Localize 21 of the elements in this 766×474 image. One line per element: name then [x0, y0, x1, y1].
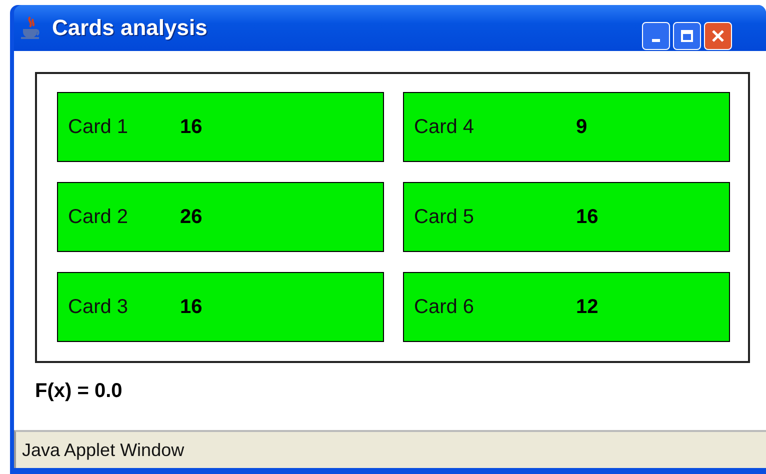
card-label: Card 3: [68, 296, 130, 318]
card-label: Card 6: [414, 296, 476, 318]
card-label: Card 5: [414, 206, 476, 228]
close-icon: [711, 29, 725, 43]
card-value: 16: [576, 206, 598, 228]
minimize-button[interactable]: [642, 22, 670, 50]
close-button[interactable]: [704, 22, 732, 50]
card-value: 16: [180, 296, 202, 318]
card-value: 12: [576, 296, 598, 318]
card-label: Card 2: [68, 206, 130, 228]
window-title: Cards analysis: [52, 15, 208, 41]
minimize-icon: [652, 38, 660, 42]
card-label: Card 1: [68, 116, 130, 138]
status-bar: Java Applet Window: [14, 430, 766, 468]
maximize-button[interactable]: [673, 22, 701, 50]
result-text: F(x) = 0.0: [35, 380, 122, 403]
card-value: 16: [180, 116, 202, 138]
card-value: 26: [180, 206, 202, 228]
card-label: Card 4: [414, 116, 476, 138]
card-value: 9: [576, 116, 588, 138]
maximize-icon: [680, 29, 694, 43]
